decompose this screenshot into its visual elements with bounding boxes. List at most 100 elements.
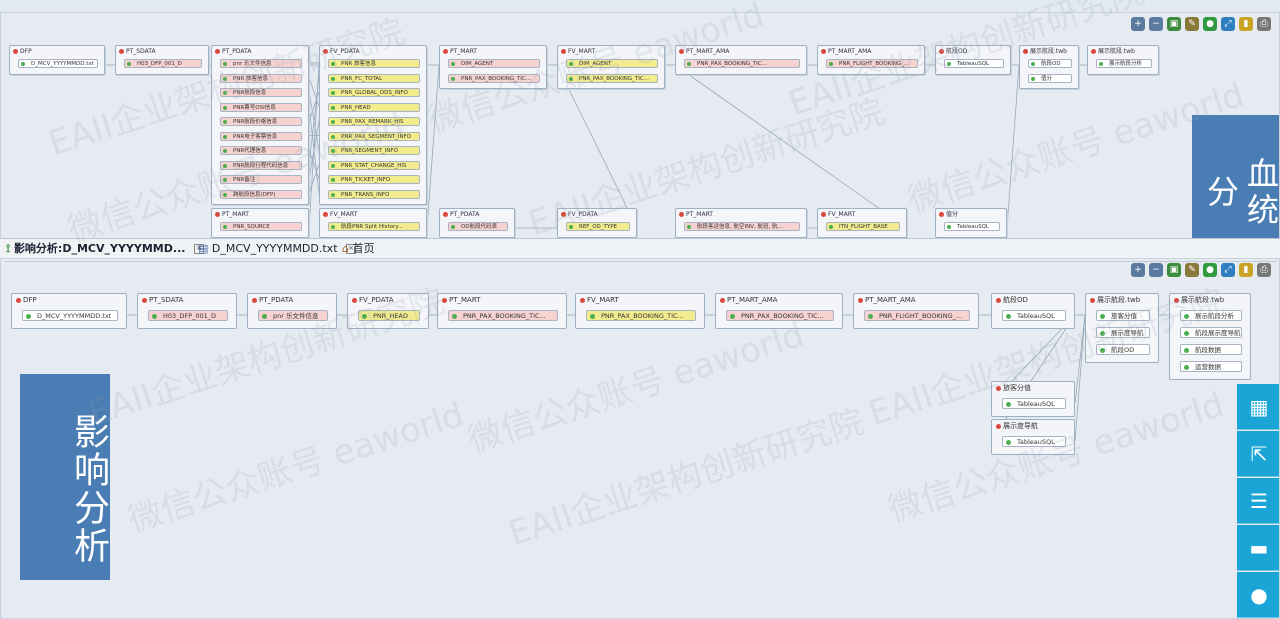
lineage-node[interactable]: PT_MART 航段客运信息, 航空INV, 航班, 航... — [675, 208, 807, 238]
node-item[interactable]: PNR票号OSI信息 — [220, 102, 302, 112]
impact-node[interactable]: 展示航段.twb 展示航段分析 航段展示度导航 航段数据 运营数据 — [1169, 293, 1251, 380]
lineage-node[interactable]: FV_MART ITN_FLIGHT_BASE — [817, 208, 907, 238]
node-item[interactable]: PNR_PAX_SEGMENT_INFO — [328, 131, 420, 141]
lineage-node[interactable]: 值分 TableauSQL — [935, 208, 1007, 238]
impact-node[interactable]: DFP D_MCV_YYYYMMDD.txt — [11, 293, 127, 329]
lineage-node[interactable]: FV_MART DIM_AGENT PNR_PAX_BOOKING_TIC... — [557, 45, 665, 89]
node-item[interactable]: PNR_FC_TOTAL — [328, 73, 420, 83]
node-item[interactable]: PNR_TICKET_INFO — [328, 175, 420, 184]
lineage-node[interactable]: PT_PDATA OD航段代码表 — [439, 208, 515, 238]
expand-icon[interactable]: ⤢ — [1221, 263, 1235, 277]
node-item[interactable]: 航段PNR Split History... — [328, 222, 420, 231]
lineage-graph-pane[interactable]: + − ▣ ✎ ● ⤢ ▮ ⎙ DFP D_MCV_YYYYMMDD.txt PT_SDATA H0… — [0, 12, 1280, 240]
impact-node[interactable]: 展示航段.twb 旅客分值 展示度导航 航段OD — [1085, 293, 1159, 363]
node-item[interactable]: H03_DFP_001_D — [148, 310, 228, 321]
node-item[interactable]: pnr 乐文件信息 — [220, 59, 302, 68]
node-item[interactable]: 航段OD — [1096, 344, 1150, 355]
node-item[interactable]: TableauSQL — [1002, 310, 1066, 321]
lineage-node[interactable]: PT_PDATA pnr 乐文件信息 PNR 旅客信息 PNR航段信息 PNR票号OSI… — [211, 45, 309, 205]
wrench-icon[interactable]: ✎ — [1185, 17, 1199, 31]
node-item[interactable]: ITN_FLIGHT_BASE — [826, 222, 900, 231]
node-item[interactable]: PNR_PAX_BOOKING_TIC... — [586, 310, 696, 321]
lineage-node[interactable]: PT_MART PNR_SOURCE — [211, 208, 309, 238]
node-item[interactable]: PNR 旅客信息 — [328, 59, 420, 68]
node-item[interactable]: PNR航段信息 — [220, 88, 302, 97]
node-item[interactable]: PNR航段行程代码信息 — [220, 160, 302, 170]
tab-file[interactable]: ▤ D_MCV_YYYYMMDD.txt × — [198, 240, 357, 258]
node-item[interactable]: PNR 旅客信息 — [220, 73, 302, 83]
node-item[interactable]: PNR_PAX_BOOKING_TIC... — [726, 310, 834, 321]
impact-node[interactable]: PT_PDATA pnr 乐文件信息 — [247, 293, 337, 329]
lineage-node[interactable]: DFP D_MCV_YYYYMMDD.txt — [9, 45, 105, 75]
impact-node[interactable]: PT_SDATA H03_DFP_001_D — [137, 293, 237, 329]
bookmark-icon[interactable]: ▮ — [1239, 17, 1253, 31]
globe-icon[interactable]: ● — [1203, 17, 1217, 31]
node-item[interactable]: PNR代理信息 — [220, 146, 302, 155]
node-item[interactable]: PNR航段价格信息 — [220, 117, 302, 126]
impact-node[interactable]: 旅客分值 TableauSQL — [991, 381, 1075, 417]
lineage-node[interactable]: FV_PDATA REF_OD_TYPE — [557, 208, 637, 238]
node-item[interactable]: TableauSQL — [944, 222, 1000, 231]
node-item[interactable]: REF_OD_TYPE — [566, 222, 630, 231]
folder-icon[interactable]: ▬ — [1237, 525, 1279, 571]
node-item[interactable]: pnr 乐文件信息 — [258, 310, 328, 321]
node-item[interactable]: PNR_PAX_BOOKING_TIC... — [448, 73, 540, 83]
lineage-node[interactable]: PT_MART DIM_AGENT PNR_PAX_BOOKING_TIC... — [439, 45, 547, 89]
node-item[interactable]: PNR_PAX_BOOKING_TIC... — [448, 310, 558, 321]
node-item[interactable]: PNR_FLIGHT_BOOKING_... — [826, 59, 918, 68]
lineage-node[interactable]: 航段OD TableauSQL — [935, 45, 1011, 75]
node-item[interactable]: 跨航段信息(DFP) — [220, 189, 302, 199]
node-item[interactable]: PNR_HEAD — [358, 310, 420, 321]
wrench-icon[interactable]: ✎ — [1185, 263, 1199, 277]
export-icon[interactable]: ⇱ — [1237, 431, 1279, 477]
node-item[interactable]: 展示航段分析 — [1180, 310, 1242, 321]
impact-node[interactable]: FV_MART PNR_PAX_BOOKING_TIC... — [575, 293, 705, 329]
map-icon[interactable]: ▦ — [1237, 384, 1279, 430]
list-icon[interactable]: ☰ — [1237, 478, 1279, 524]
node-item[interactable]: PNR电子客票信息 — [220, 131, 302, 141]
node-item[interactable]: OD航段代码表 — [448, 222, 508, 231]
globe-icon[interactable]: ● — [1203, 263, 1217, 277]
node-item[interactable]: TableauSQL — [944, 59, 1004, 68]
fit-icon[interactable]: ▣ — [1167, 17, 1181, 31]
node-item[interactable]: PNR_PAX_REMARK_HIS — [328, 117, 420, 126]
lineage-node[interactable]: PT_MART_AMA PNR_FLIGHT_BOOKING_... — [817, 45, 925, 75]
node-item[interactable]: 航段OD — [1028, 59, 1072, 68]
lineage-node[interactable]: FV_PDATA PNR 旅客信息 PNR_FC_TOTAL PNR_GLOBAL_O… — [319, 45, 427, 205]
node-item[interactable]: PNR_STAT_CHANGE_HIS — [328, 160, 420, 170]
node-item[interactable]: PNR备注 — [220, 175, 302, 184]
impact-node[interactable]: PT_MART PNR_PAX_BOOKING_TIC... — [437, 293, 567, 329]
node-item[interactable]: 航段客运信息, 航空INV, 航班, 航... — [684, 222, 800, 231]
tab-home[interactable]: ⌂ 首页 — [342, 240, 374, 258]
impact-node[interactable]: PT_MART_AMA PNR_FLIGHT_BOOKING_... — [853, 293, 979, 329]
node-item[interactable]: PNR_TRANS_INFO — [328, 189, 420, 199]
node-item[interactable]: 航段数据 — [1180, 344, 1242, 355]
node-item[interactable]: 旅客分值 — [1096, 310, 1150, 321]
lineage-node[interactable]: FV_MART 航段PNR Split History... — [319, 208, 427, 238]
zoom-in-icon[interactable]: + — [1131, 263, 1145, 277]
node-item[interactable]: 展示度导航 — [1096, 327, 1150, 338]
lineage-node[interactable]: 展示航段.twb 航段OD 值分 — [1019, 45, 1079, 89]
user-icon[interactable]: ● — [1237, 572, 1279, 618]
node-item[interactable]: 展示航段分析 — [1096, 59, 1152, 68]
node-item[interactable]: DIM_AGENT — [566, 59, 658, 68]
lineage-node[interactable]: PT_MART_AMA PNR_PAX_BOOKING_TIC... — [675, 45, 807, 75]
node-item[interactable]: PNR_PAX_BOOKING_TIC... — [684, 59, 800, 68]
bookmark-icon[interactable]: ▮ — [1239, 263, 1253, 277]
node-item[interactable]: TableauSQL — [1002, 398, 1066, 409]
fit-icon[interactable]: ▣ — [1167, 263, 1181, 277]
node-item[interactable]: PNR_SEGMENT_INFO — [328, 146, 420, 155]
zoom-in-icon[interactable]: + — [1131, 17, 1145, 31]
node-item[interactable]: PNR_SOURCE — [220, 222, 302, 231]
node-item[interactable]: H03_DFP_001_D — [124, 59, 202, 68]
node-item[interactable]: PNR_PAX_BOOKING_TIC... — [566, 73, 658, 83]
node-item[interactable]: 航段展示度导航 — [1180, 327, 1242, 338]
impact-graph-pane[interactable]: + − ▣ ✎ ● ⤢ ▮ ⎙ DFP D_MCV_YYYYMMDD.txt PT_SDATA H0… — [0, 258, 1280, 619]
node-item[interactable]: 运营数据 — [1180, 361, 1242, 372]
zoom-out-icon[interactable]: − — [1149, 17, 1163, 31]
print-icon[interactable]: ⎙ — [1257, 17, 1271, 31]
lineage-node[interactable]: 展示航段.twb 展示航段分析 — [1087, 45, 1159, 75]
node-item[interactable]: TableauSQL — [1002, 436, 1066, 447]
lineage-node[interactable]: PT_SDATA H03_DFP_001_D — [115, 45, 209, 75]
zoom-out-icon[interactable]: − — [1149, 263, 1163, 277]
